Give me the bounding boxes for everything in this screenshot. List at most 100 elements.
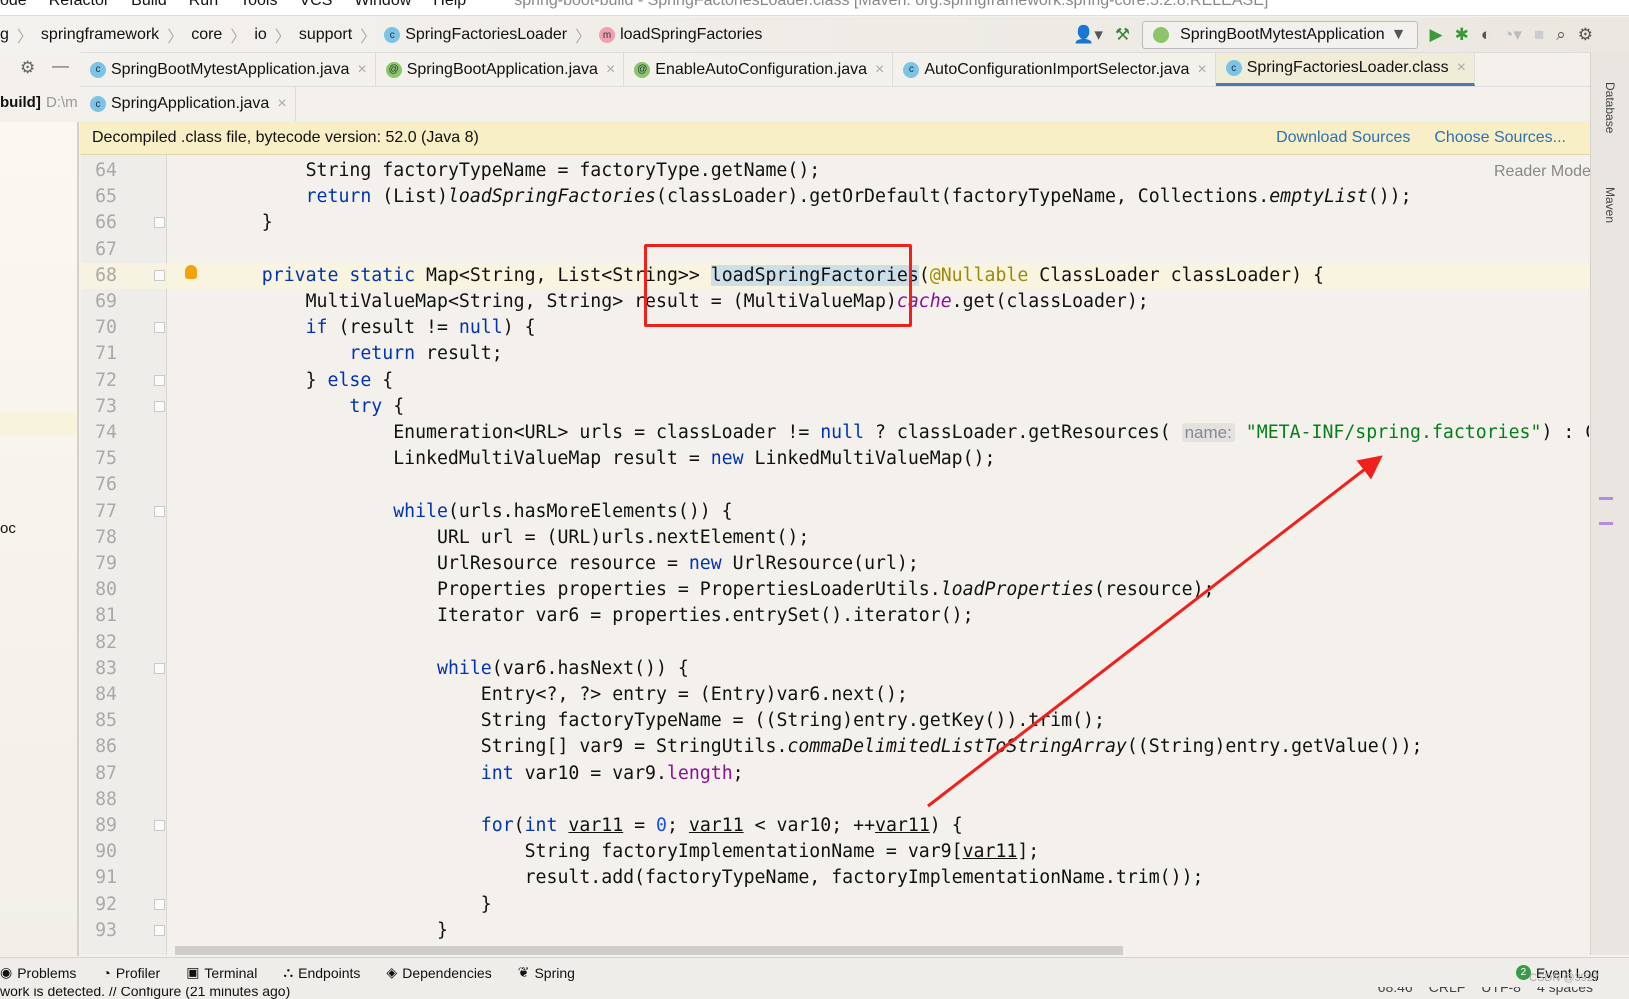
close-icon[interactable]: × — [1197, 61, 1206, 79]
code-line[interactable]: 75 LinkedMultiValueMap result = new Linke… — [81, 446, 1589, 472]
fold-marker-icon[interactable] — [154, 924, 165, 936]
close-icon[interactable]: × — [357, 61, 366, 79]
error-stripe-mark[interactable] — [1599, 522, 1613, 525]
breadcrumb-item[interactable]: g 〉 — [0, 23, 41, 47]
tab[interactable]: c AutoConfigurationImportSelector.java × — [893, 53, 1216, 86]
code-line[interactable]: 65 return (List)loadSpringFactories(class… — [81, 184, 1589, 210]
fold-marker-icon[interactable] — [154, 269, 165, 281]
code-line[interactable]: 83 while(var6.hasNext()) { — [81, 656, 1589, 682]
reader-mode-toggle[interactable]: Reader Mode — [1494, 163, 1591, 181]
profile-icon[interactable]: ◔▾ — [1503, 25, 1522, 45]
fold-marker-icon[interactable] — [154, 400, 165, 412]
breadcrumb-item[interactable]: support 〉 — [299, 23, 384, 47]
breadcrumb-item[interactable]: c SpringFactoriesLoader 〉 — [384, 23, 599, 47]
code-line[interactable]: 92} — [81, 892, 1589, 918]
code-line[interactable]: 77 while(urls.hasMoreElements()) { — [81, 499, 1589, 525]
code-line[interactable]: 88 — [81, 787, 1589, 813]
close-icon[interactable]: × — [606, 61, 615, 79]
fold-marker-icon[interactable] — [154, 217, 165, 229]
error-stripe-mark[interactable] — [1599, 497, 1613, 500]
selected-row[interactable] — [0, 412, 77, 436]
code-line[interactable]: 90 String factoryImplementationName = var… — [81, 839, 1589, 865]
download-sources-link[interactable]: Download Sources — [1276, 129, 1410, 147]
tab[interactable]: c SpringFactoriesLoader.class × — [1215, 53, 1475, 86]
menu-help[interactable]: Help — [433, 0, 466, 10]
breadcrumb-item[interactable]: io 〉 — [254, 23, 298, 47]
profiler-tool-button[interactable]: ◔ Profiler — [102, 965, 160, 981]
fold-marker-icon[interactable] — [154, 662, 165, 674]
menu-refactor[interactable]: Refactor — [49, 0, 109, 10]
user-icon[interactable]: 👤▾ — [1073, 25, 1103, 45]
caret-position[interactable]: 68:46 — [1378, 987, 1413, 995]
menu-vcs[interactable]: VCS — [299, 0, 332, 10]
code-line[interactable]: 78 URL url = (URL)urls.nextElement(); — [81, 525, 1589, 551]
menu-code[interactable]: ode — [0, 0, 27, 10]
indent-setting[interactable]: 4 spaces — [1537, 987, 1593, 995]
search-icon[interactable]: ⌕ — [1556, 25, 1566, 45]
database-tool-button[interactable]: Database — [1603, 82, 1617, 133]
status-message[interactable]: work is detected. // Configure (21 minut… — [0, 987, 290, 999]
code-line[interactable]: 91 result.add(factoryTypeName, factoryImp… — [81, 865, 1589, 891]
code-line[interactable]: 72} else { — [81, 368, 1589, 394]
code-line[interactable]: 80 Properties properties = PropertiesLoad… — [81, 577, 1589, 603]
fold-marker-icon[interactable] — [154, 505, 165, 517]
code-line[interactable]: 81 Iterator var6 = properties.entrySet().… — [81, 603, 1589, 629]
settings-icon[interactable]: ⚙ — [1578, 25, 1593, 45]
minimize-icon[interactable]: — — [52, 56, 69, 76]
spring-tool-button[interactable]: ❦ Spring — [518, 964, 575, 981]
code-line[interactable]: 74 Enumeration<URL> urls = classLoader !=… — [81, 420, 1589, 446]
code-line[interactable]: 86 String[] var9 = StringUtils.commaDelim… — [81, 734, 1589, 760]
code-line[interactable]: 87 int var10 = var9.length; — [81, 761, 1589, 787]
code-line[interactable]: 66} — [81, 210, 1589, 236]
code-line[interactable]: 76 — [81, 472, 1589, 498]
code-line[interactable]: 85 String factoryTypeName = ((String)entr… — [81, 708, 1589, 734]
endpoints-tool-button[interactable]: ⛬ Endpoints — [283, 964, 360, 981]
fold-marker-icon[interactable] — [154, 322, 165, 334]
menu-window[interactable]: Window — [354, 0, 411, 10]
run-configuration-select[interactable]: SpringBootMytestApplication ▼ — [1142, 21, 1418, 49]
code-line[interactable]: 93} — [81, 918, 1589, 944]
code-line[interactable]: 89 for(int var11 = 0; var11 < var10; ++va… — [81, 813, 1589, 839]
menu-run[interactable]: Run — [189, 0, 218, 10]
code-line[interactable]: 71 return result; — [81, 341, 1589, 367]
fold-marker-icon[interactable] — [154, 820, 165, 831]
debug-icon[interactable]: ✱ — [1455, 25, 1469, 45]
gear-icon[interactable]: ⚙ — [20, 58, 35, 78]
horizontal-scrollbar[interactable] — [175, 946, 1123, 955]
code-line[interactable]: 73 try { — [81, 394, 1589, 420]
fold-marker-icon[interactable] — [154, 374, 165, 386]
project-tree[interactable]: oc — [0, 122, 79, 956]
code-line[interactable]: 79 UrlResource resource = new UrlResource… — [81, 551, 1589, 577]
maven-tool-button[interactable]: Maven — [1603, 187, 1617, 223]
menu-tools[interactable]: Tools — [240, 0, 277, 10]
file-encoding[interactable]: UTF-8 — [1481, 987, 1521, 995]
fold-marker-icon[interactable] — [154, 898, 165, 910]
tab[interactable]: c SpringBootMytestApplication.java × — [80, 53, 376, 86]
breadcrumb-item[interactable]: m loadSpringFactories — [599, 26, 762, 44]
dependencies-tool-button[interactable]: ◈ Dependencies — [386, 964, 491, 981]
close-icon[interactable]: × — [277, 95, 286, 113]
build-hammer-icon[interactable]: ⚒ — [1115, 25, 1130, 45]
breadcrumb-item[interactable]: springframework 〉 — [41, 23, 191, 47]
tab[interactable]: c SpringApplication.java × — [80, 87, 296, 121]
stop-icon[interactable]: ■ — [1534, 25, 1544, 45]
choose-sources-link[interactable]: Choose Sources... — [1434, 129, 1566, 147]
code-line[interactable]: 84 Entry<?, ?> entry = (Entry)var6.next()… — [81, 682, 1589, 708]
problems-tool-button[interactable]: ◉ Problems — [0, 964, 76, 981]
run-icon[interactable]: ▶ — [1430, 25, 1443, 45]
project-root-label[interactable]: build] — [0, 94, 41, 111]
terminal-tool-button[interactable]: ▣ Terminal — [186, 964, 257, 981]
close-icon[interactable]: × — [1457, 59, 1466, 77]
menu-build[interactable]: Build — [131, 0, 167, 10]
coverage-icon[interactable]: ◐ — [1481, 25, 1491, 45]
tab[interactable]: @ SpringBootApplication.java × — [376, 53, 625, 86]
tree-item[interactable]: oc — [0, 520, 16, 537]
line-separator[interactable]: CRLF — [1429, 987, 1466, 995]
close-icon[interactable]: × — [875, 61, 884, 79]
code-line[interactable]: 64 String factoryTypeName = factoryType.g… — [81, 158, 1589, 184]
tab[interactable]: @ EnableAutoConfiguration.java × — [624, 53, 894, 86]
code-line[interactable]: 82 — [81, 630, 1589, 656]
line-number: 86 — [95, 736, 117, 758]
intention-bulb-icon[interactable] — [185, 265, 197, 279]
breadcrumb-item[interactable]: core 〉 — [191, 23, 254, 47]
